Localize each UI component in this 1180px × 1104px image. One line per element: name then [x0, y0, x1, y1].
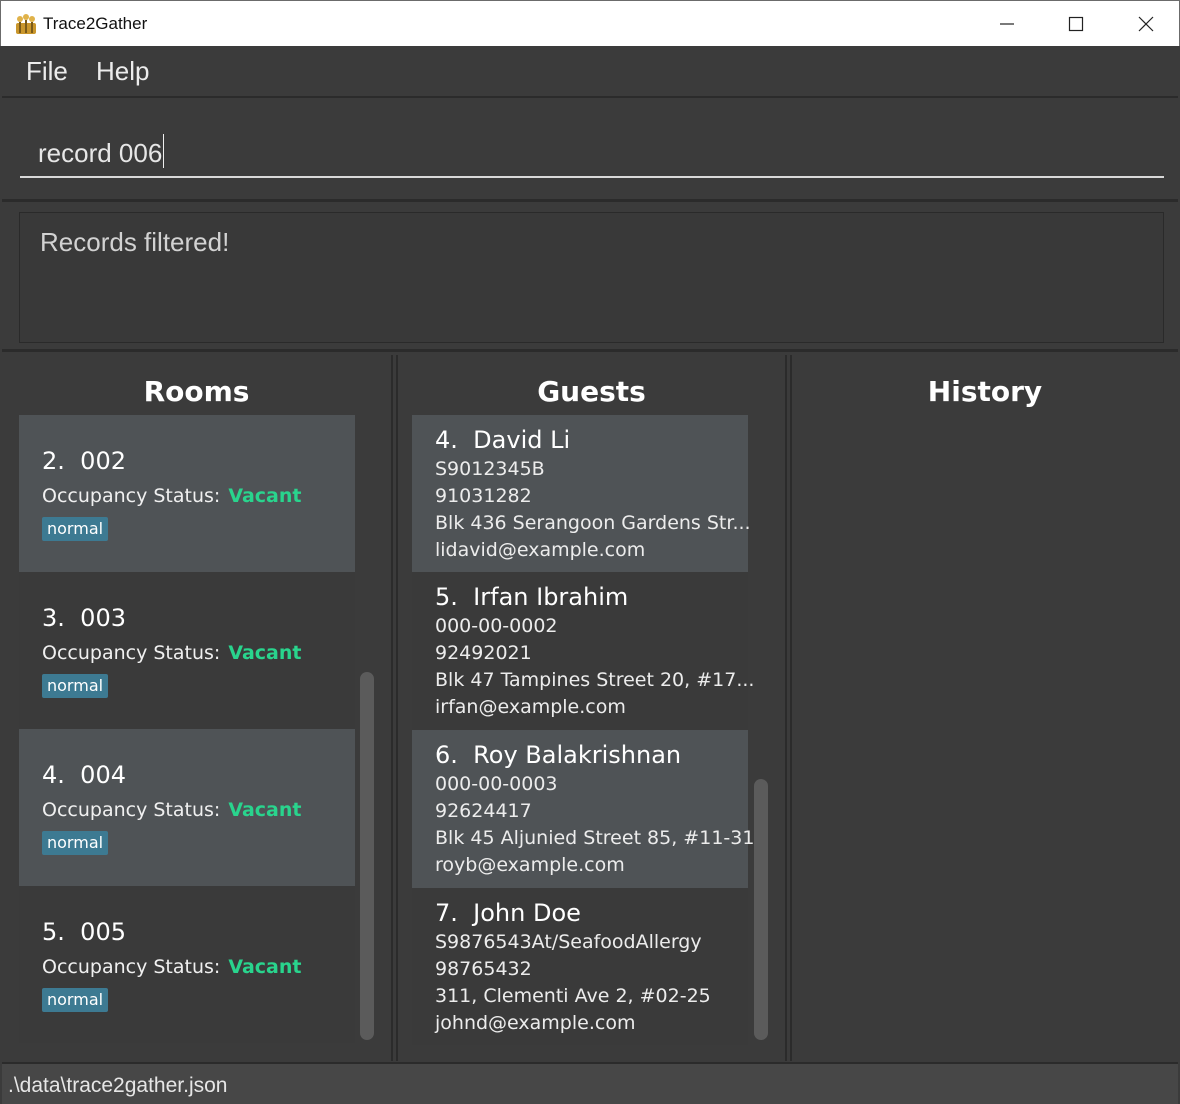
- occupancy-value: Vacant: [228, 799, 302, 821]
- rooms-scrollbar[interactable]: [360, 672, 374, 1040]
- room-number: 002: [80, 447, 126, 475]
- minimize-icon: [1000, 23, 1014, 25]
- guest-index: 4.: [435, 426, 458, 454]
- room-index: 4.: [42, 761, 65, 789]
- guest-phone: 91031282: [435, 485, 532, 507]
- title-bar: Trace2Gather: [0, 0, 1180, 46]
- room-number: 005: [80, 918, 126, 946]
- room-card[interactable]: 4. 004 Occupancy Status: Vacant normal: [19, 729, 355, 886]
- result-panel: Records filtered!: [2, 205, 1178, 352]
- guest-id: S9876543At/SeafoodAllergy: [435, 931, 702, 953]
- room-card[interactable]: 3. 003 Occupancy Status: Vacant normal: [19, 572, 355, 729]
- guest-name: John Doe: [473, 899, 581, 927]
- close-icon: [1138, 16, 1154, 32]
- occupancy-label: Occupancy Status:: [42, 799, 221, 821]
- command-panel: record 006: [2, 100, 1178, 202]
- result-message: Records filtered!: [40, 227, 230, 257]
- guest-email: irfan@example.com: [435, 696, 626, 718]
- guest-phone: 92624417: [435, 800, 532, 822]
- room-tag: normal: [42, 831, 109, 855]
- guest-address: Blk 47 Tampines Street 20, #17...: [435, 669, 755, 691]
- guest-card[interactable]: 4. David Li S9012345B 91031282 Blk 436 S…: [412, 415, 751, 572]
- room-tag: normal: [42, 988, 109, 1012]
- close-button[interactable]: [1111, 1, 1180, 47]
- guest-index: 6.: [435, 741, 458, 769]
- room-index: 2.: [42, 447, 65, 475]
- guest-card[interactable]: 7. John Doe S9876543At/SeafoodAllergy 98…: [412, 888, 748, 1045]
- guests-scrollbar[interactable]: [754, 779, 768, 1040]
- guest-name: David Li: [473, 426, 571, 454]
- guest-address: Blk 436 Serangoon Gardens Str...: [435, 512, 751, 534]
- guest-address: 311, Clementi Ave 2, #02-25: [435, 985, 711, 1007]
- guest-card[interactable]: 5. Irfan Ibrahim 000-00-0002 92492021 Bl…: [412, 572, 754, 730]
- rooms-panel: Rooms 2. 002 Occupancy Status: Vacant nor…: [2, 355, 393, 1061]
- room-number: 003: [80, 604, 126, 632]
- guest-email: royb@example.com: [435, 854, 625, 876]
- guest-name: Roy Balakrishnan: [473, 741, 682, 769]
- window-title: Trace2Gather: [43, 14, 148, 33]
- data-file-path: .\data\trace2gather.json: [8, 1074, 228, 1097]
- command-text: record 006: [38, 138, 163, 168]
- guest-id: 000-00-0003: [435, 773, 558, 795]
- text-caret: [163, 134, 165, 168]
- guest-email: lidavid@example.com: [435, 539, 646, 561]
- room-card[interactable]: 2. 002 Occupancy Status: Vacant normal: [19, 415, 355, 572]
- rooms-list: 2. 002 Occupancy Status: Vacant normal 3.…: [19, 415, 355, 1043]
- menu-bar: File Help: [2, 46, 1178, 98]
- guest-id: S9012345B: [435, 458, 545, 480]
- menu-file[interactable]: File: [26, 56, 68, 87]
- history-panel: History: [790, 355, 1178, 1061]
- room-number: 004: [80, 761, 126, 789]
- maximize-button[interactable]: [1041, 1, 1111, 47]
- guest-address: Blk 45 Aljunied Street 85, #11-31: [435, 827, 755, 849]
- room-index: 5.: [42, 918, 65, 946]
- occupancy-label: Occupancy Status:: [42, 956, 221, 978]
- occupancy-value: Vacant: [228, 642, 302, 664]
- guest-email: johnd@example.com: [435, 1012, 636, 1034]
- command-input[interactable]: record 006: [20, 128, 1164, 178]
- guests-list: 4. David Li S9012345B 91031282 Blk 436 S…: [412, 415, 754, 1045]
- room-tag: normal: [42, 517, 109, 541]
- guest-index: 7.: [435, 899, 458, 927]
- guests-panel: Guests 4. David Li S9012345B 91031282 Bl…: [396, 355, 787, 1061]
- maximize-icon: [1068, 16, 1084, 32]
- guest-index: 5.: [435, 583, 458, 611]
- guest-card[interactable]: 6. Roy Balakrishnan 000-00-0003 92624417…: [412, 730, 754, 888]
- guests-heading: Guests: [537, 375, 646, 408]
- room-index: 3.: [42, 604, 65, 632]
- room-tag: normal: [42, 674, 109, 698]
- guest-id: 000-00-0002: [435, 615, 558, 637]
- guest-name: Irfan Ibrahim: [473, 583, 629, 611]
- occupancy-label: Occupancy Status:: [42, 642, 221, 664]
- status-bar: .\data\trace2gather.json: [2, 1062, 1178, 1104]
- occupancy-value: Vacant: [228, 956, 302, 978]
- occupancy-label: Occupancy Status:: [42, 485, 221, 507]
- rooms-heading: Rooms: [143, 375, 250, 408]
- occupancy-value: Vacant: [228, 485, 302, 507]
- app-logo-icon: [16, 14, 36, 34]
- menu-help[interactable]: Help: [96, 56, 149, 87]
- result-display[interactable]: Records filtered!: [19, 212, 1164, 343]
- minimize-button[interactable]: [972, 1, 1042, 47]
- guest-phone: 92492021: [435, 642, 532, 664]
- guest-phone: 98765432: [435, 958, 532, 980]
- room-card[interactable]: 5. 005 Occupancy Status: Vacant normal: [19, 886, 355, 1043]
- history-heading: History: [927, 375, 1043, 408]
